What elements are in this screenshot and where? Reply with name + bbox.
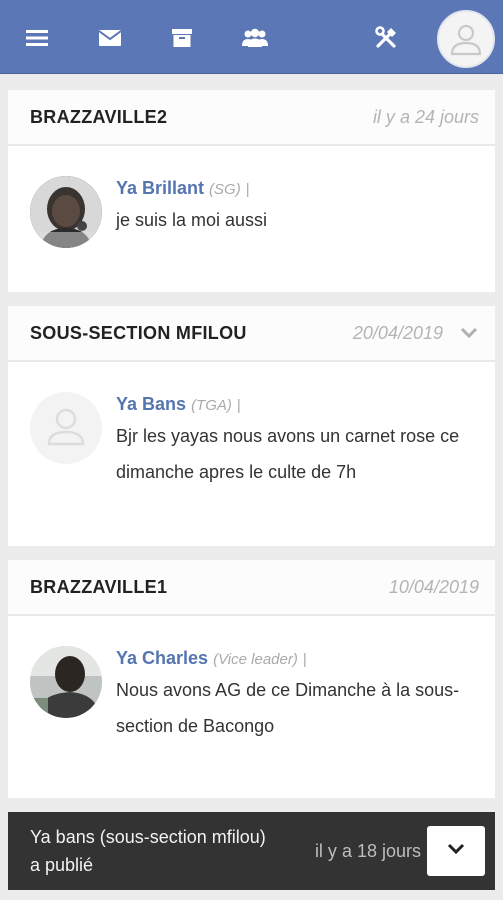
author-name[interactable]: Ya Charles (116, 648, 208, 668)
notification-bar[interactable]: Ya bans (sous-section mfilou) a publié i… (8, 812, 495, 890)
menu-icon[interactable] (25, 26, 49, 50)
top-navbar (0, 0, 503, 74)
notification-date: il y a 18 jours (314, 840, 421, 861)
separator: | (236, 397, 241, 414)
author-role: (TGA) (191, 397, 232, 414)
separator: | (245, 181, 250, 198)
post-date: il y a 24 jours (372, 106, 479, 127)
archive-icon[interactable] (170, 26, 194, 50)
post-date: 20/04/2019 (352, 322, 443, 343)
user-avatar-icon[interactable] (437, 10, 495, 68)
group-icon[interactable] (240, 26, 270, 50)
group-name: BRAZZAVILLE1 (30, 576, 168, 597)
group-card[interactable]: SOUS-SECTION MFILOU 20/04/2019 Ya Bans (… (8, 306, 495, 546)
chevron-down-icon[interactable] (459, 323, 479, 343)
author-name[interactable]: Ya Brillant (116, 178, 204, 198)
author-avatar[interactable] (30, 176, 102, 248)
author-avatar[interactable] (30, 392, 102, 464)
post-message: je suis la moi aussi (116, 210, 268, 230)
mail-icon[interactable] (98, 26, 122, 50)
group-card[interactable]: BRAZZAVILLE2 il y a 24 jours Ya Brillant… (8, 90, 495, 292)
card-header: BRAZZAVILLE2 il y a 24 jours (8, 90, 495, 146)
chevron-down-icon (447, 842, 465, 860)
tools-icon[interactable] (374, 26, 398, 50)
post: Ya Charles (Vice leader) | Nous avons AG… (8, 616, 495, 744)
post-message: Nous avons AG de ce Dimanche à la sous-s… (116, 680, 460, 736)
author-role: (SG) (209, 181, 241, 198)
author-avatar[interactable] (30, 646, 102, 718)
card-header: BRAZZAVILLE1 10/04/2019 (8, 560, 495, 616)
post-message: Bjr les yayas nous avons un carnet rose … (116, 426, 460, 482)
group-card[interactable]: BRAZZAVILLE1 10/04/2019 Ya Charles (Vice… (8, 560, 495, 798)
separator: | (302, 651, 307, 668)
author-name[interactable]: Ya Bans (116, 394, 186, 414)
notification-text: Ya bans (sous-section mfilou) a publié (30, 827, 266, 875)
post-date: 10/04/2019 (388, 576, 479, 597)
expand-notification-button[interactable] (427, 826, 485, 876)
post: Ya Brillant (SG) | je suis la moi aussi (8, 146, 495, 248)
group-name: SOUS-SECTION MFILOU (30, 322, 247, 343)
card-header: SOUS-SECTION MFILOU 20/04/2019 (8, 306, 495, 362)
author-role: (Vice leader) (213, 651, 298, 668)
group-name: BRAZZAVILLE2 (30, 106, 168, 127)
post: Ya Bans (TGA) | Bjr les yayas nous avons… (8, 362, 495, 490)
